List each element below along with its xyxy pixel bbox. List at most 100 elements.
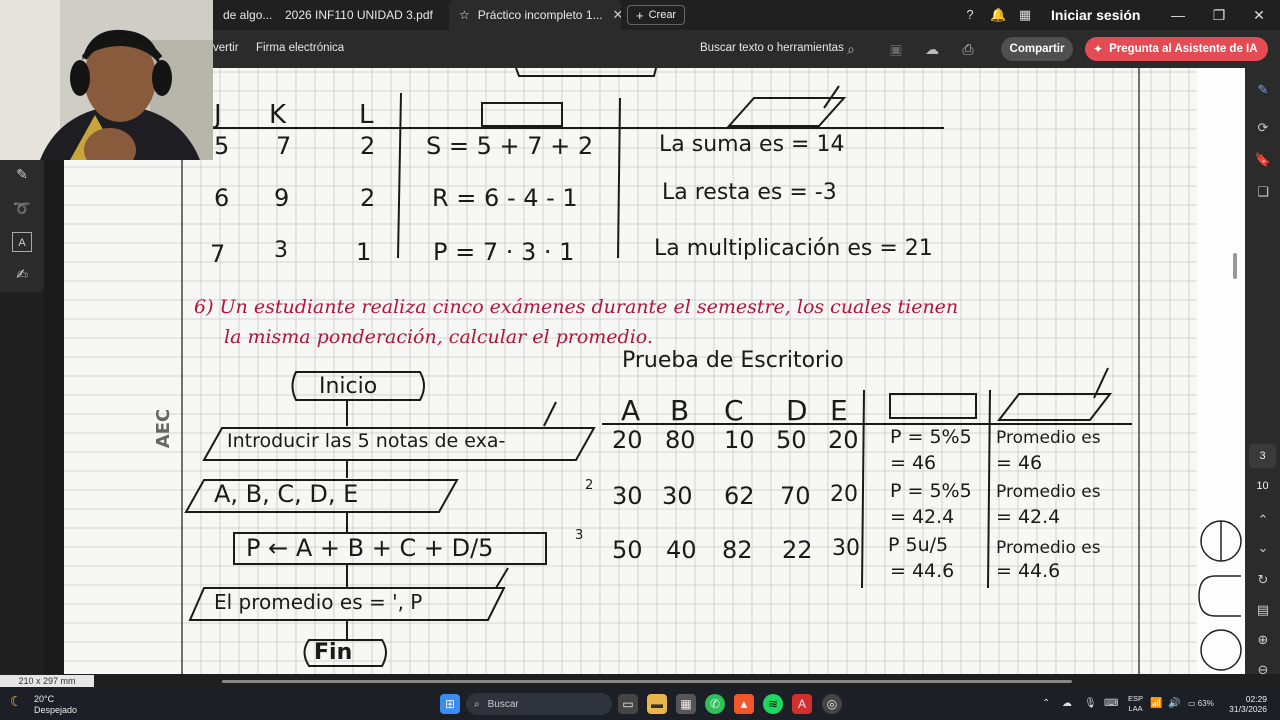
windows-start-icon[interactable]: ⊞ <box>440 694 460 714</box>
keyboard-icon[interactable]: ⌨ <box>1104 698 1118 709</box>
t2-cell: 50 <box>612 536 643 564</box>
upload-cloud-icon[interactable]: ☁ <box>923 40 941 58</box>
t2-cell: 10 <box>724 426 755 454</box>
t2-calc: P 5u/5 <box>888 534 949 556</box>
t2-cell: 82 <box>722 536 753 564</box>
convert-tool[interactable]: vertir <box>213 42 239 54</box>
t1-result: La resta es = -3 <box>662 180 837 205</box>
tab-unidad3[interactable]: 2026 INF110 UNIDAD 3.pdf <box>275 0 445 30</box>
t2-out: Promedio es <box>996 428 1101 448</box>
vertical-scrollbar[interactable] <box>1233 253 1237 279</box>
close-window-icon[interactable]: ✕ <box>1249 5 1269 25</box>
lasso-icon[interactable]: ➰ <box>12 198 32 218</box>
spotify-icon[interactable]: ≋ <box>763 694 783 714</box>
t2-out: = 42.4 <box>996 506 1061 528</box>
maximize-icon[interactable]: ❐ <box>1209 5 1229 25</box>
comment-edit-icon[interactable]: ✎ <box>1253 80 1273 100</box>
document-viewport[interactable]: J K L 5 7 2 S = 5 + 7 + 2 La suma es = 1… <box>44 68 1245 674</box>
t2-cell: 20 <box>830 482 858 507</box>
flow-input-vars: A, B, C, D, E <box>214 480 359 508</box>
taskbar-search[interactable]: ⌕ Buscar <box>466 693 612 715</box>
help-icon[interactable]: ? <box>962 7 978 23</box>
brave-icon[interactable]: ▲ <box>734 694 754 714</box>
task-view-icon[interactable]: ▭ <box>618 694 638 714</box>
t1-cell: 2 <box>360 132 376 160</box>
page-number-current[interactable]: 3 <box>1249 444 1276 468</box>
volume-icon[interactable]: 🔊 <box>1168 698 1180 709</box>
save-icon[interactable]: ▣ <box>887 40 905 58</box>
cloud-icon[interactable]: ☁ <box>1062 698 1072 709</box>
language-line-2: LAA <box>1128 704 1143 713</box>
battery-indicator[interactable]: ▭ 63% <box>1188 699 1214 708</box>
t2-cell: 40 <box>666 536 697 564</box>
header-l: L <box>359 100 374 130</box>
signature-icon[interactable]: ✍ <box>12 264 32 284</box>
t2-header-d: D <box>786 394 808 427</box>
t1-cell: 3 <box>274 238 288 263</box>
pen-icon[interactable]: ✎ <box>12 164 32 184</box>
tab-prev[interactable]: de algo... <box>213 0 273 30</box>
search-icon[interactable]: ⌕ <box>842 40 860 58</box>
left-tool-panel: ✎ ➰ A ✍ <box>0 160 44 292</box>
copy-pages-icon[interactable]: ❏ <box>1253 182 1273 202</box>
tab-label: de algo... <box>223 8 273 22</box>
right-tool-panel: ✎ ⟳ 🔖 ❏ 3 10 ⌃ ⌄ ↻ ▤ ⊕ ⊖ <box>1233 68 1280 677</box>
problem-line-2: la misma ponderación, calcular el promed… <box>224 326 653 348</box>
horizontal-scrollbar[interactable] <box>222 680 1072 683</box>
plus-icon: + <box>636 7 644 23</box>
print-icon[interactable]: ⎙ <box>959 40 977 58</box>
page-fit-icon[interactable]: ▤ <box>1253 600 1273 620</box>
signin-button[interactable]: Iniciar sesión <box>1051 7 1140 23</box>
tab-label: 2026 INF110 UNIDAD 3.pdf <box>285 8 433 22</box>
ai-assistant-button[interactable]: ✦ Pregunta al Asistente de IA <box>1085 37 1268 61</box>
t2-calc: = 42.4 <box>890 506 955 528</box>
language-indicator[interactable]: ESP LAA <box>1128 694 1143 714</box>
header-k: K <box>269 100 287 130</box>
share-button[interactable]: Compartir <box>1001 37 1073 61</box>
search-icon: ⌕ <box>474 698 480 710</box>
acrobat-icon[interactable]: A <box>792 694 812 714</box>
t2-calc: P = 5%5 <box>890 480 972 502</box>
tab-practico[interactable]: ☆ Práctico incompleto 1... ✕ <box>449 0 621 30</box>
text-select-icon[interactable]: A <box>12 232 32 252</box>
pdf-page: J K L 5 7 2 S = 5 + 7 + 2 La suma es = 1… <box>64 68 1197 674</box>
t1-cell: 6 <box>214 184 230 212</box>
wifi-icon[interactable]: 📶 <box>1150 698 1162 709</box>
apps-grid-icon[interactable]: ▦ <box>1017 7 1033 23</box>
chrome-icon[interactable]: ◎ <box>822 694 842 714</box>
bell-icon[interactable]: 🔔 <box>990 7 1006 23</box>
file-explorer-icon[interactable]: ▬ <box>647 694 667 714</box>
webcam-overlay <box>0 0 213 160</box>
minimize-icon[interactable]: — <box>1168 5 1188 25</box>
tab-label: Práctico incompleto 1... <box>477 8 603 22</box>
rotate-icon[interactable]: ↻ <box>1253 570 1273 590</box>
weather-temp: 20°C <box>34 694 55 704</box>
store-icon[interactable]: ▦ <box>676 694 696 714</box>
table1-column-divider <box>397 92 402 259</box>
t1-formula: S = 5 + 7 + 2 <box>426 132 594 160</box>
bookmark-icon[interactable]: 🔖 <box>1253 150 1273 170</box>
desk-test-title: Prueba de Escritorio <box>622 348 844 373</box>
find-tools-label[interactable]: Buscar texto o herramientas <box>700 42 844 54</box>
flow-output: El promedio es = ', P <box>214 590 423 614</box>
t1-result: La multiplicación es = 21 <box>654 236 933 261</box>
sparkle-icon: ✦ <box>1093 42 1104 56</box>
refresh-comment-icon[interactable]: ⟳ <box>1253 118 1273 138</box>
system-clock[interactable]: 02:29 31/3/2026 <box>1225 694 1267 714</box>
star-icon[interactable]: ☆ <box>459 8 470 22</box>
chevron-down-icon[interactable]: ⌄ <box>1253 538 1273 558</box>
mic-icon[interactable]: 🎙 <box>1084 698 1097 709</box>
document-status-bar: 210 x 297 mm <box>0 674 1280 688</box>
clock-time: 02:29 <box>1245 694 1267 704</box>
tray-chevron-icon[interactable]: ⌃ <box>1042 698 1050 709</box>
t2-header-c: C <box>724 394 744 427</box>
new-button[interactable]: + Crear <box>627 5 686 25</box>
t1-cell: 7 <box>276 132 292 160</box>
zoom-in-icon[interactable]: ⊕ <box>1253 630 1273 650</box>
whatsapp-icon[interactable]: ✆ <box>705 694 725 714</box>
t2-cell: 50 <box>776 426 807 454</box>
close-tab-icon[interactable]: ✕ <box>613 7 622 23</box>
chevron-up-icon[interactable]: ⌃ <box>1253 510 1273 530</box>
esign-tool[interactable]: Firma electrónica <box>256 42 344 54</box>
t1-cell: 9 <box>274 184 290 212</box>
